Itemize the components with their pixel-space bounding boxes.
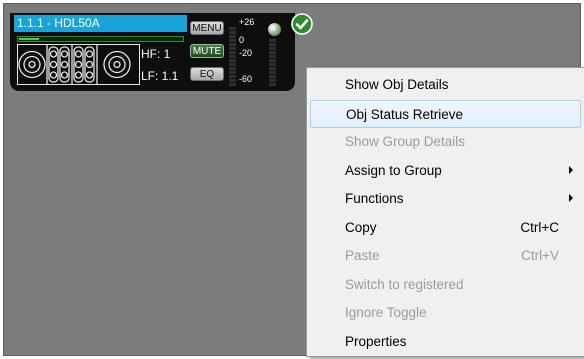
check-circle-icon[interactable] xyxy=(291,13,313,35)
meter-scale-label: -60 xyxy=(239,74,253,84)
device-widget[interactable]: 1.1.1 - HDL50A HF: 1 LF: 1.1 MENU MUTE E… xyxy=(10,13,295,91)
menu-item-label: Copy xyxy=(345,219,377,235)
menu-item-label: Ignore Toggle xyxy=(345,305,427,320)
status-led-icon xyxy=(268,23,281,36)
menu-item-label: Properties xyxy=(345,333,407,349)
device-title[interactable]: 1.1.1 - HDL50A xyxy=(14,15,187,32)
meter-scale-label: +26 xyxy=(239,17,255,27)
menu-item-ignore-toggle: Ignore Toggle xyxy=(310,299,581,327)
menu-button[interactable]: MENU xyxy=(190,21,224,35)
speaker-array-graphic xyxy=(18,45,131,84)
submenu-arrow-icon xyxy=(569,165,573,174)
menu-item-show-group-details: Show Group Details xyxy=(310,128,581,156)
hf-value: HF: 1 xyxy=(141,47,171,61)
level-meter-left xyxy=(229,27,236,87)
signal-level-fill xyxy=(19,38,39,40)
eq-button[interactable]: EQ xyxy=(190,67,224,81)
mute-button[interactable]: MUTE xyxy=(190,44,224,58)
meter-scale-label: -20 xyxy=(239,48,253,58)
submenu-arrow-icon xyxy=(569,194,573,202)
menu-item-functions[interactable]: Functions xyxy=(310,185,581,213)
signal-level-bar xyxy=(17,36,184,42)
lf-value: LF: 1.1 xyxy=(141,69,179,83)
menu-item-switch-to-registered: Switch to registered xyxy=(310,271,581,299)
menu-item-label: Functions xyxy=(345,191,404,206)
menu-item-label: Paste xyxy=(345,248,380,263)
menu-item-label: Assign to Group xyxy=(345,162,442,178)
menu-item-assign-to-group[interactable]: Assign to Group xyxy=(310,157,581,185)
menu-item-label: Show Obj Details xyxy=(345,77,449,92)
meter-scale-label: 0 xyxy=(239,35,245,45)
workspace-canvas[interactable]: 1.1.1 - HDL50A HF: 1 LF: 1.1 MENU MUTE E… xyxy=(3,3,584,357)
menu-item-show-obj-details[interactable]: Show Obj Details xyxy=(310,71,581,99)
menu-item-obj-status-retrieve[interactable]: Obj Status Retrieve xyxy=(310,99,581,128)
speaker-array-icon xyxy=(17,44,140,85)
menu-item-shortcut: Ctrl+V xyxy=(521,248,559,263)
context-menu: Show Obj Details Obj Status Retrieve Show … xyxy=(306,67,584,357)
menu-item-label: Switch to registered xyxy=(345,276,464,292)
menu-item-copy[interactable]: Copy Ctrl+C xyxy=(310,214,581,242)
menu-item-properties[interactable]: Properties xyxy=(310,328,581,356)
menu-item-label: Obj Status Retrieve xyxy=(346,106,464,122)
menu-item-paste: Paste Ctrl+V xyxy=(310,242,581,270)
menu-item-shortcut: Ctrl+C xyxy=(520,219,559,235)
menu-item-label: Show Group Details xyxy=(345,134,466,149)
level-meter-right xyxy=(269,39,276,87)
